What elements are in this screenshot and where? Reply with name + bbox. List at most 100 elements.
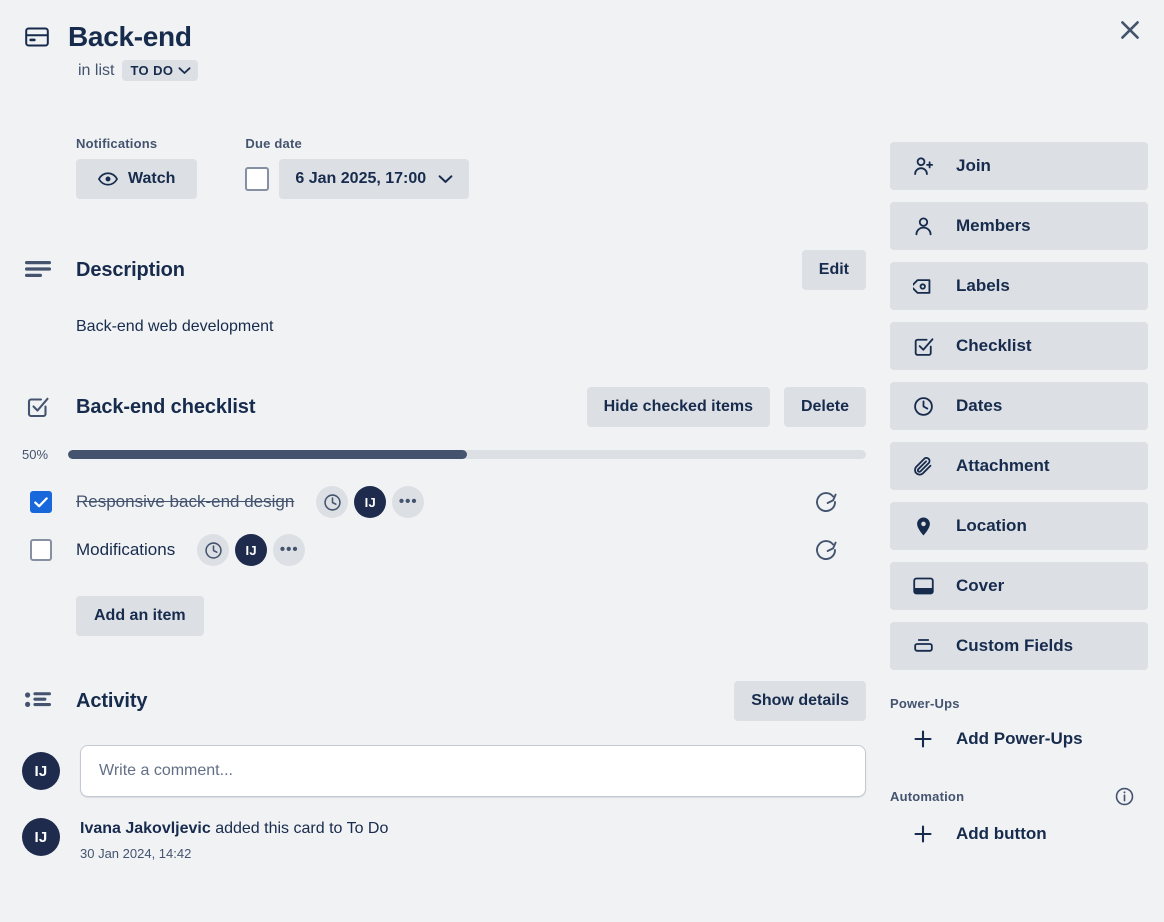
checklist-title: Back-end checklist (76, 395, 256, 418)
progress-track (68, 450, 866, 459)
clock-icon (912, 396, 934, 417)
checklist-header: Back-end checklist Hide checked items De… (0, 387, 866, 427)
sidebar-item-label: Location (956, 516, 1027, 535)
checklist-item-avatar[interactable]: IJ (235, 534, 268, 566)
hide-checked-items-button[interactable]: Hide checked items (586, 387, 770, 427)
due-date-label: Due date (245, 136, 302, 151)
sidebar-item-cover[interactable]: Cover (890, 562, 1148, 610)
show-details-button[interactable]: Show details (734, 681, 866, 721)
activity-action: added this card to To Do (210, 820, 389, 837)
clock-icon (323, 493, 342, 512)
sidebar-button-list: Join Members Labels Checklist Dates Attachmen… (890, 142, 1148, 670)
person-icon (912, 216, 934, 237)
ellipsis-icon: ••• (279, 541, 299, 558)
add-automation-label: Add button (956, 824, 1047, 843)
checklist-items: Responsive back-end design IJ ••• Modificat… (0, 478, 880, 574)
activity-entry: IJ Ivana Jakovljevic added this card to … (22, 818, 866, 861)
avatar[interactable]: IJ (22, 818, 60, 856)
checklist-item-actions: IJ ••• (316, 486, 425, 518)
sidebar-item-checklist[interactable]: Checklist (890, 322, 1148, 370)
add-checklist-item-button[interactable]: Add an item (76, 596, 204, 636)
checkbox-icon (912, 336, 934, 357)
description-header: Description Edit (0, 250, 866, 290)
sidebar-item-label: Attachment (956, 456, 1050, 475)
location-pin-icon (912, 516, 934, 537)
checklist-item-checkbox[interactable] (30, 491, 52, 513)
checklist-item-due-date-button[interactable] (197, 534, 230, 566)
due-date-group: Due date 6 Jan 2025, 17:00 (245, 136, 470, 199)
sidebar-item-label: Join (956, 156, 991, 175)
sidebar-item-members[interactable]: Members (890, 202, 1148, 250)
due-date-button[interactable]: 6 Jan 2025, 17:00 (279, 159, 470, 199)
card-header: Back-end in list TO DO (24, 16, 1084, 81)
activity-author: Ivana Jakovljevic (80, 820, 211, 837)
chevron-down-icon (438, 174, 453, 184)
cover-icon (912, 577, 934, 595)
sidebar-item-dates[interactable]: Dates (890, 382, 1148, 430)
paperclip-icon (912, 456, 934, 477)
card-detail-modal: Back-end in list TO DO Notifications Wat… (0, 0, 1164, 922)
card-meta: Notifications Watch Due date 6 Jan 2025,… (76, 136, 470, 199)
checklist-item-timer-button[interactable] (814, 538, 838, 562)
sidebar-item-join[interactable]: Join (890, 142, 1148, 190)
checklist-item-more-button[interactable]: ••• (273, 534, 306, 566)
activity-entry-text: Ivana Jakovljevic added this card to To … (80, 819, 388, 839)
checklist-item: Modifications IJ ••• (0, 526, 880, 574)
checklist-icon (22, 391, 54, 423)
add-automation-button[interactable]: Add button (890, 812, 1148, 856)
comment-row: IJ (22, 745, 866, 797)
sidebar-item-label: Members (956, 216, 1031, 235)
activity-title: Activity (76, 689, 148, 712)
automation-group-header: Automation (890, 787, 1148, 806)
tag-icon (912, 276, 934, 297)
add-power-ups-button[interactable]: Add Power-Ups (890, 717, 1148, 761)
automation-title: Automation (890, 789, 965, 804)
checklist-item-more-button[interactable]: ••• (392, 486, 425, 518)
comment-input[interactable] (80, 745, 866, 797)
eye-icon (98, 172, 118, 186)
ellipsis-icon: ••• (398, 493, 418, 510)
checklist-item-label[interactable]: Modifications (76, 540, 175, 560)
checklist-item-timer-button[interactable] (814, 490, 838, 514)
progress-percent-label: 50% (22, 447, 49, 462)
sidebar-item-labels[interactable]: Labels (890, 262, 1148, 310)
checklist-item-due-date-button[interactable] (316, 486, 349, 518)
delete-checklist-button[interactable]: Delete (783, 387, 866, 427)
watch-button[interactable]: Watch (76, 159, 198, 199)
checklist-item-checkbox[interactable] (30, 539, 52, 561)
info-icon[interactable] (1115, 787, 1134, 806)
checklist-item-label[interactable]: Responsive back-end design (76, 492, 294, 512)
power-ups-group-header: Power-Ups (890, 696, 1148, 711)
stopwatch-icon (814, 490, 838, 514)
page-title: Back-end (68, 21, 192, 52)
add-power-ups-label: Add Power-Ups (956, 729, 1083, 748)
power-ups-title: Power-Ups (890, 696, 960, 711)
sidebar-item-attachment[interactable]: Attachment (890, 442, 1148, 490)
progress-fill (68, 450, 467, 459)
avatar[interactable]: IJ (22, 752, 60, 790)
in-list-label: in list (78, 61, 115, 79)
sidebar-item-label: Dates (956, 396, 1003, 415)
close-button[interactable] (1108, 8, 1152, 52)
list-selector[interactable]: TO DO (122, 60, 199, 81)
person-add-icon (912, 156, 934, 177)
sidebar-item-location[interactable]: Location (890, 502, 1148, 550)
sidebar-item-label: Labels (956, 276, 1010, 295)
activity-icon (22, 685, 54, 717)
checklist-item-avatar[interactable]: IJ (354, 486, 387, 518)
plus-icon (912, 824, 934, 844)
sidebar-item-label: Checklist (956, 336, 1032, 355)
list-name: TO DO (130, 63, 174, 78)
card-sidebar: Join Members Labels Checklist Dates Attachmen… (890, 142, 1148, 856)
sidebar-item-custom-fields[interactable]: Custom Fields (890, 622, 1148, 670)
edit-description-button[interactable]: Edit (801, 250, 866, 290)
plus-icon (912, 729, 934, 749)
checklist-item-actions: IJ ••• (197, 534, 306, 566)
checklist-item: Responsive back-end design IJ ••• (0, 478, 880, 526)
due-date-checkbox[interactable] (245, 167, 270, 191)
activity-header: Activity Show details (0, 681, 866, 721)
due-date-value: 6 Jan 2025, 17:00 (295, 170, 427, 187)
close-icon (1117, 17, 1143, 43)
checklist-progress: 50% (22, 447, 866, 462)
chevron-down-icon (178, 66, 191, 75)
